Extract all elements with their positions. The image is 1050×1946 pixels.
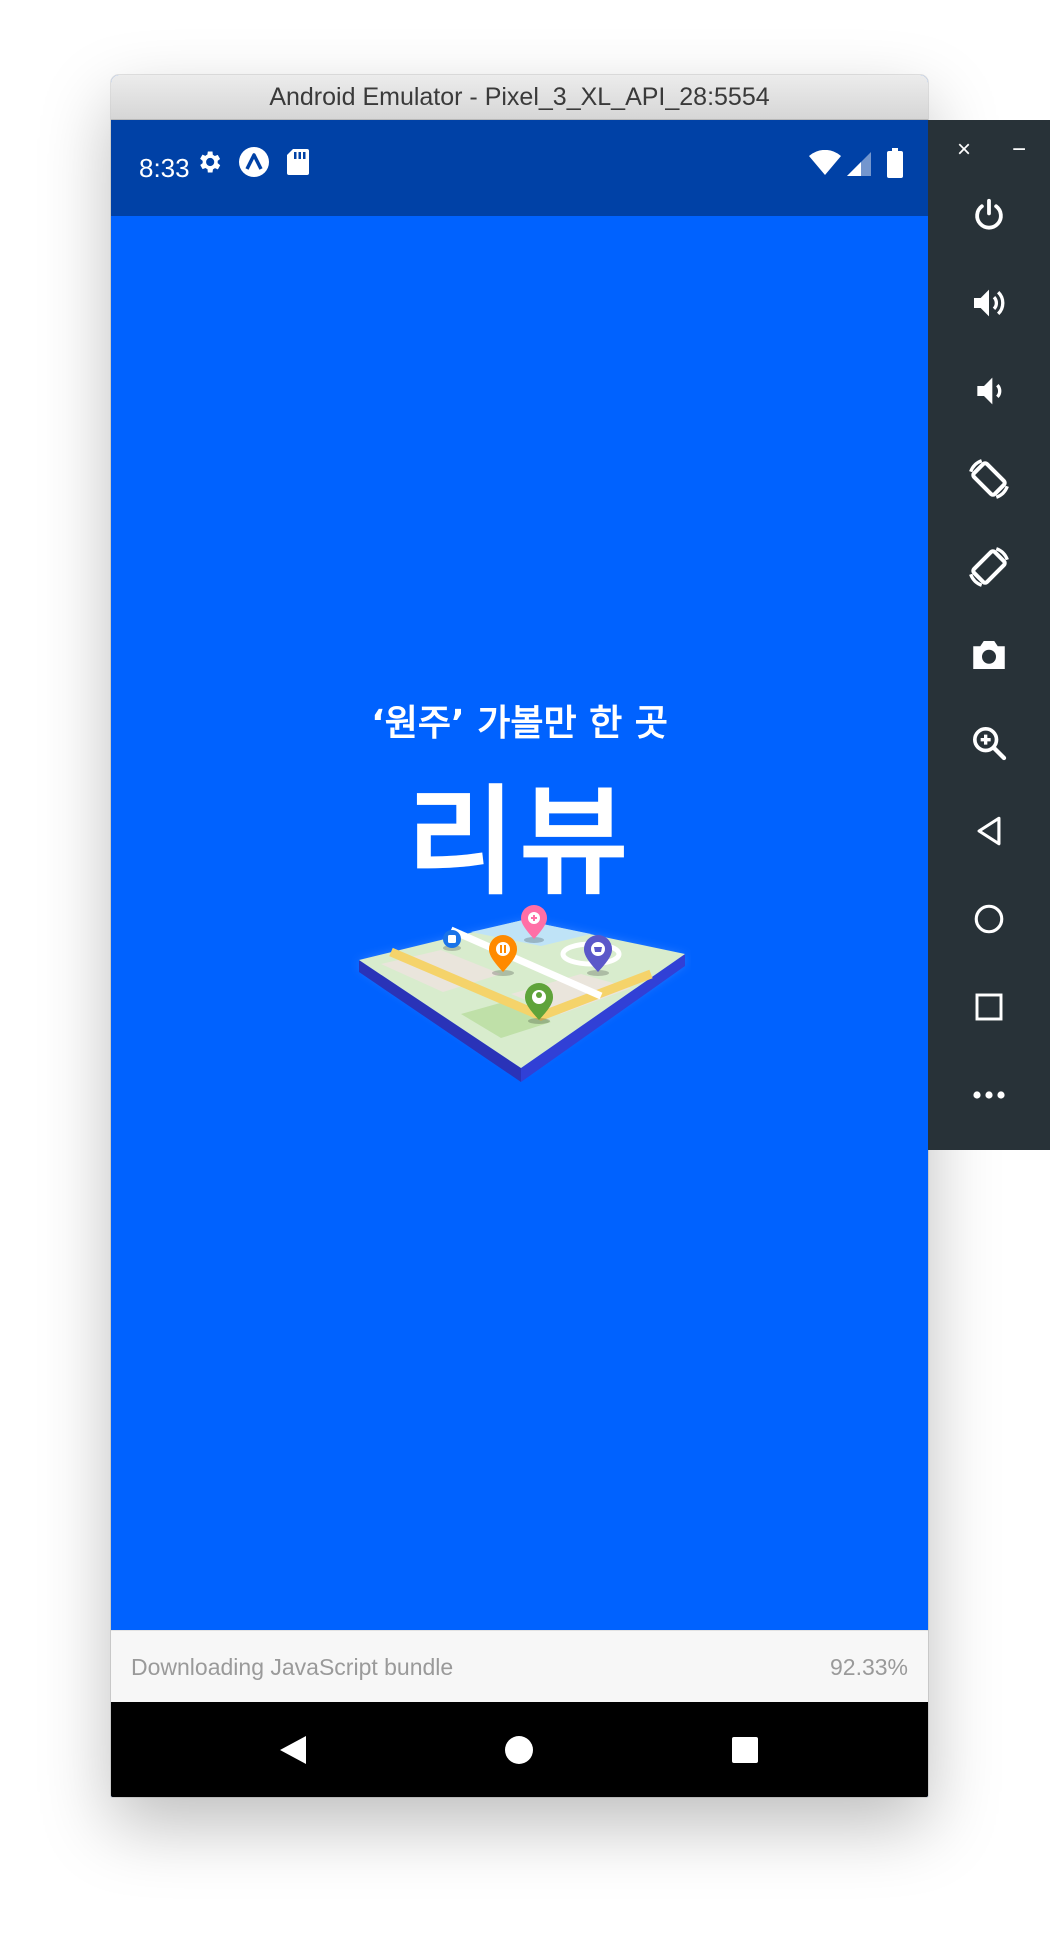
toolbar-close-button[interactable]: × — [957, 136, 971, 164]
toolbar-overview-button[interactable] — [928, 972, 1050, 1042]
window-titlebar[interactable]: Android Emulator - Pixel_3_XL_API_28:555… — [111, 75, 928, 120]
recents-icon — [732, 1736, 758, 1763]
toolbar-back-button[interactable] — [928, 796, 1050, 866]
brand-name: 리뷰 — [406, 773, 633, 911]
zoom-button[interactable] — [928, 708, 1050, 778]
volume-down-icon — [977, 377, 1002, 405]
splash-tagline: ‘원주’ 가볼만 한 곳 — [371, 703, 668, 744]
volume-up-icon — [974, 289, 1005, 317]
loading-message: Downloading JavaScript bundle — [131, 1654, 454, 1680]
rotate-right-icon — [969, 547, 1009, 587]
status-time: 8:33 — [139, 153, 190, 183]
screenshot-button[interactable] — [928, 620, 1050, 690]
bundle-loading-bar: Downloading JavaScript bundle 92.33% — [111, 1630, 928, 1703]
android-status-bar: 8:33 — [111, 120, 928, 216]
cell-signal-icon — [847, 152, 871, 176]
gear-icon — [200, 151, 221, 173]
toolbar-minimize-button[interactable]: − — [1012, 136, 1026, 164]
rotate-left-icon — [969, 459, 1009, 499]
nav-home-button[interactable] — [469, 1702, 569, 1797]
power-button[interactable] — [928, 180, 1050, 250]
battery-icon — [887, 148, 903, 178]
map-illustration — [359, 905, 686, 1082]
emulator-window: Android Emulator - Pixel_3_XL_API_28:555… — [111, 75, 928, 1797]
back-icon — [977, 816, 1001, 846]
volume-down-button[interactable] — [928, 356, 1050, 426]
back-icon — [280, 1735, 306, 1764]
home-icon — [505, 1735, 533, 1764]
power-icon — [975, 198, 1003, 230]
overview-icon — [975, 993, 1003, 1021]
sd-card-icon — [287, 149, 309, 175]
loading-progress: 92.33% — [829, 1654, 908, 1680]
nav-recents-button[interactable] — [695, 1702, 795, 1797]
splash-screen: ‘원주’ 가볼만 한 곳 리뷰 — [111, 216, 928, 1630]
window-title: Android Emulator - Pixel_3_XL_API_28:555… — [269, 82, 770, 111]
toolbar-home-button[interactable] — [928, 884, 1050, 954]
android-nav-bar — [111, 1702, 928, 1797]
volume-up-button[interactable] — [928, 268, 1050, 338]
zoom-icon — [973, 727, 1007, 761]
home-icon — [974, 904, 1004, 934]
app-a-icon — [239, 147, 269, 177]
rotate-right-button[interactable] — [928, 532, 1050, 602]
rotate-left-button[interactable] — [928, 444, 1050, 514]
toolbar-more-button[interactable] — [928, 1060, 1050, 1130]
nav-back-button[interactable] — [243, 1702, 343, 1797]
more-icon — [973, 1091, 1005, 1099]
camera-icon — [973, 641, 1005, 669]
emulator-toolbar: × − — [928, 120, 1050, 1150]
wifi-icon — [809, 150, 841, 175]
